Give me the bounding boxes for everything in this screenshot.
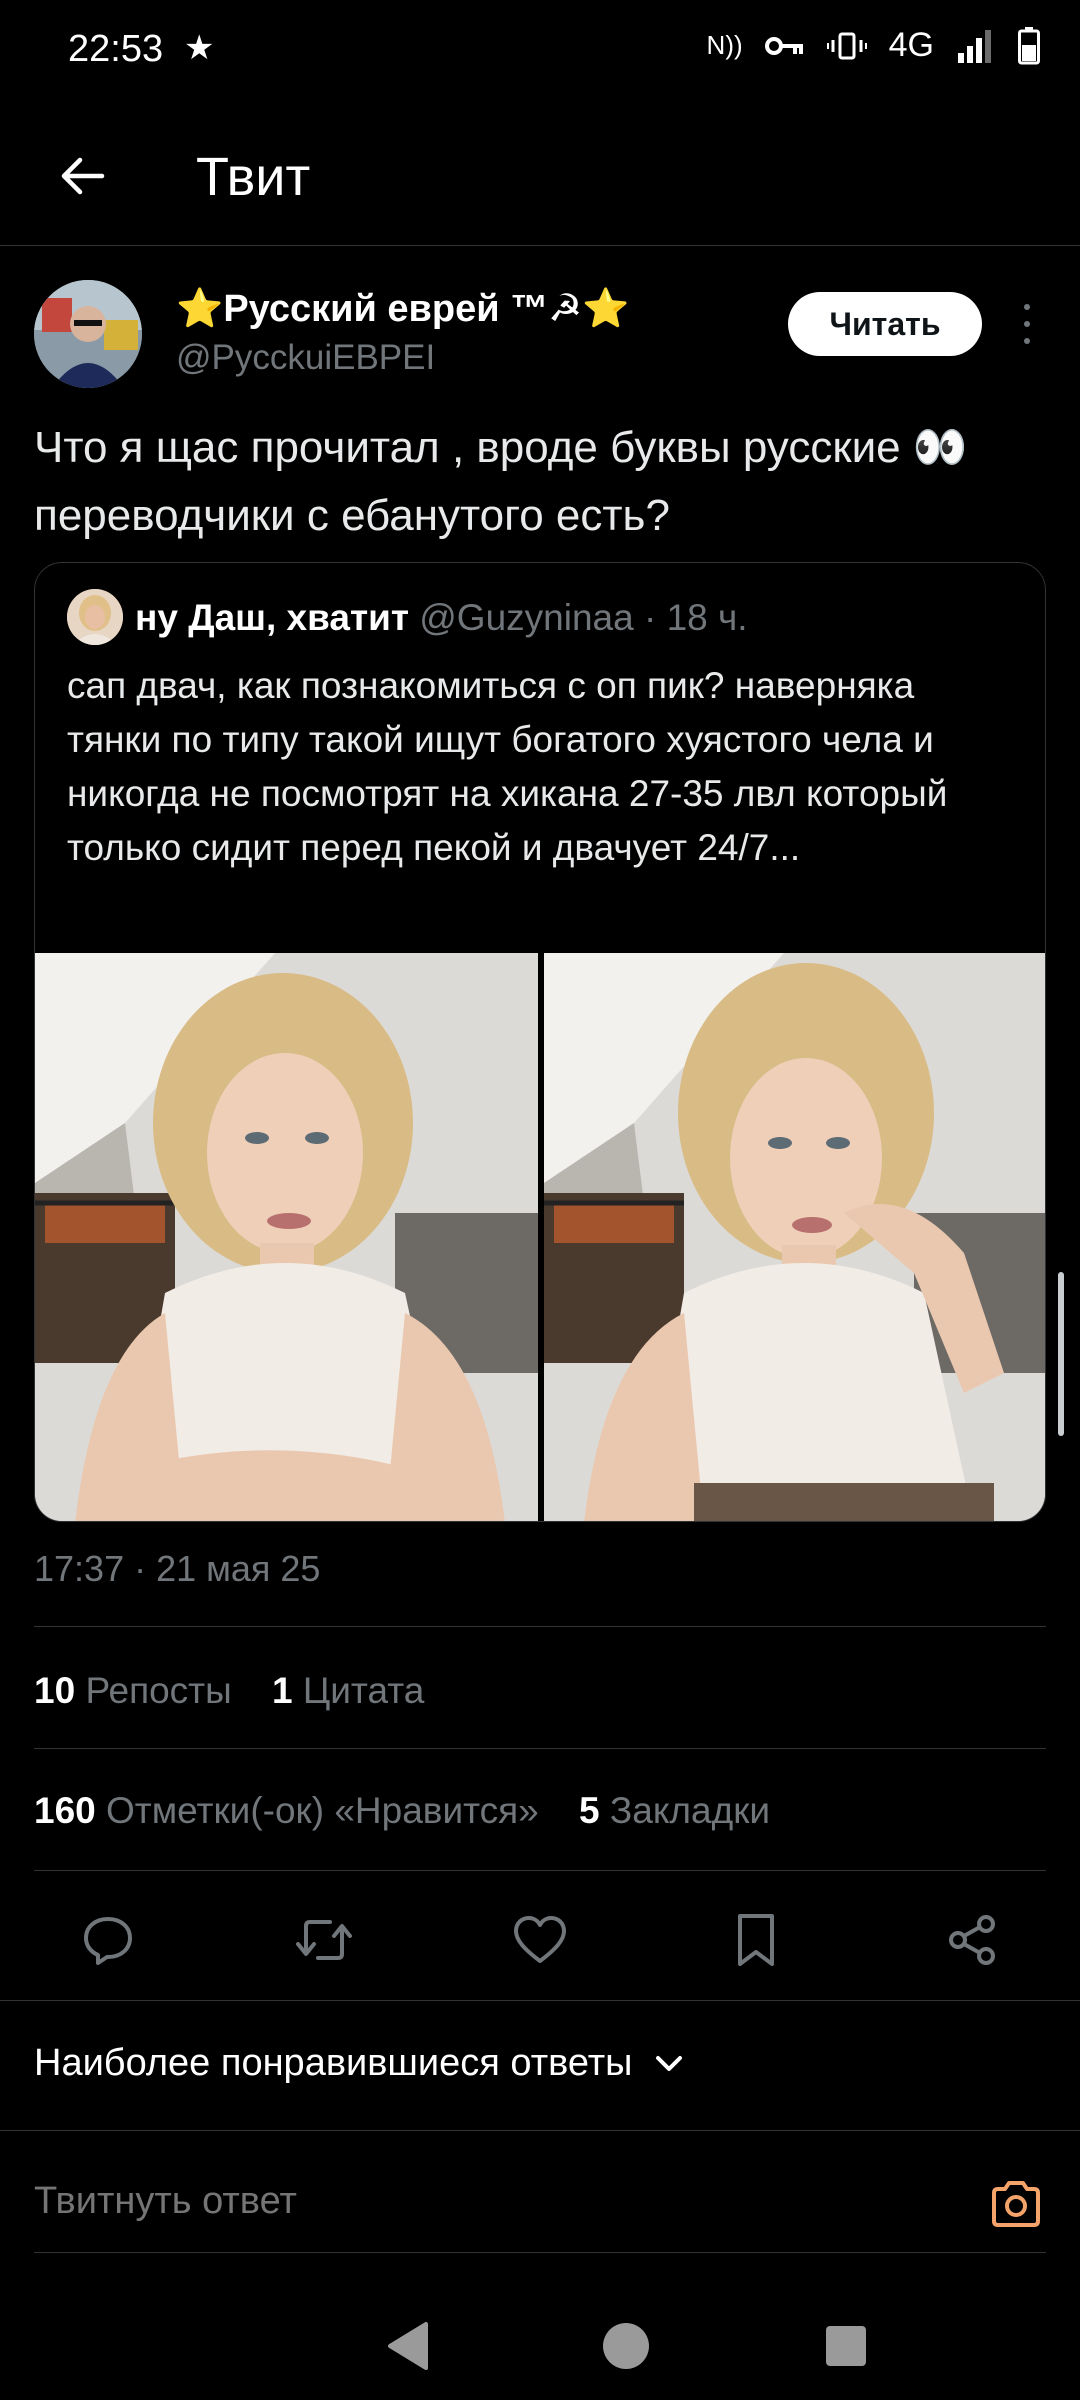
- photo-1[interactable]: [35, 953, 538, 1521]
- top-app-bar: Твит: [0, 104, 1080, 246]
- quote-text: сап двач, как познакомиться с оп пик? на…: [67, 665, 948, 868]
- key-icon: [764, 36, 803, 55]
- quotes-count: 1: [272, 1670, 293, 1711]
- bookmarks-count: 5: [579, 1790, 600, 1831]
- tweet-timestamp: 17:37 · 21 мая 25: [34, 1548, 321, 1589]
- like-icon[interactable]: [510, 1910, 570, 1970]
- reply-input[interactable]: [34, 2180, 934, 2223]
- likes-count: 160: [34, 1790, 96, 1831]
- quoted-tweet[interactable]: ну Даш, хватит @Guzyninaa · 18 ч. сап дв…: [34, 562, 1046, 1522]
- divider: [34, 2252, 1046, 2253]
- bookmarks-label: Закладки: [609, 1790, 771, 1831]
- quote-media: [35, 953, 1045, 1521]
- quote-author-name: ну Даш, хватит: [135, 597, 409, 638]
- divider: [0, 2000, 1080, 2001]
- home-circle-icon[interactable]: [598, 2318, 654, 2374]
- quote-author-handle: @Guzyninaa · 18 ч.: [419, 597, 748, 638]
- replies-sort-label: Наиболее понравившиеся ответы: [34, 2042, 633, 2084]
- scrollbar-thumb[interactable]: [1058, 1272, 1064, 1436]
- status-time: 22:53: [68, 28, 164, 70]
- like-stats[interactable]: 160 Отметки(-ок) «Нравится» 5 Закладки: [34, 1790, 770, 1832]
- status-bar: 22:53 ★ N)) 4G: [0, 0, 1080, 104]
- recents-square-icon[interactable]: [818, 2318, 874, 2374]
- quotes-label: Цитата: [302, 1670, 425, 1711]
- photo-2[interactable]: [544, 953, 1045, 1521]
- divider: [0, 2130, 1080, 2131]
- replies-sort-dropdown[interactable]: Наиболее понравившиеся ответы: [34, 2042, 684, 2085]
- share-icon[interactable]: [942, 1910, 1002, 1970]
- reply-icon[interactable]: [78, 1910, 138, 1970]
- back-triangle-icon[interactable]: [380, 2318, 436, 2374]
- tweet-actions: [0, 1880, 1080, 2000]
- quote-header: ну Даш, хватит @Guzyninaa · 18 ч.: [135, 597, 748, 639]
- reposts-label: Репосты: [85, 1670, 232, 1711]
- author-avatar[interactable]: [34, 280, 142, 388]
- divider: [34, 1626, 1046, 1627]
- divider: [34, 1870, 1046, 1871]
- vibrate-icon: [826, 32, 867, 59]
- likes-label: Отметки(-ок) «Нравится»: [106, 1790, 539, 1831]
- divider: [34, 1748, 1046, 1749]
- repost-stats[interactable]: 10 Репосты 1 Цитата: [34, 1670, 424, 1712]
- star-icon: ★: [184, 29, 215, 67]
- follow-button[interactable]: Читать: [788, 292, 982, 356]
- author-handle[interactable]: @PycckuiEBPEI: [176, 338, 435, 378]
- page-title: Твит: [196, 147, 311, 207]
- camera-icon[interactable]: [986, 2174, 1046, 2234]
- author-name[interactable]: ⭐Русский еврей ™☭⭐: [176, 286, 630, 331]
- arrow-left-icon[interactable]: [50, 144, 114, 208]
- reposts-count: 10: [34, 1670, 76, 1711]
- reply-composer: [34, 2160, 1046, 2250]
- tweet-text: Что я щас прочитал , вроде буквы русские…: [34, 423, 968, 540]
- signal-icon: [958, 29, 991, 63]
- network-type: 4G: [888, 26, 934, 64]
- more-options-icon[interactable]: [1012, 300, 1042, 348]
- status-icons: N)) 4G: [707, 26, 1040, 65]
- bookmark-icon[interactable]: [726, 1910, 786, 1970]
- retweet-icon[interactable]: [294, 1910, 354, 1970]
- chevron-down-icon: [656, 2055, 683, 2071]
- system-navigation-bar: [0, 2290, 1080, 2400]
- nfc-icon: N)): [706, 30, 743, 60]
- quote-author-avatar: [67, 589, 123, 645]
- battery-icon: [1018, 26, 1040, 64]
